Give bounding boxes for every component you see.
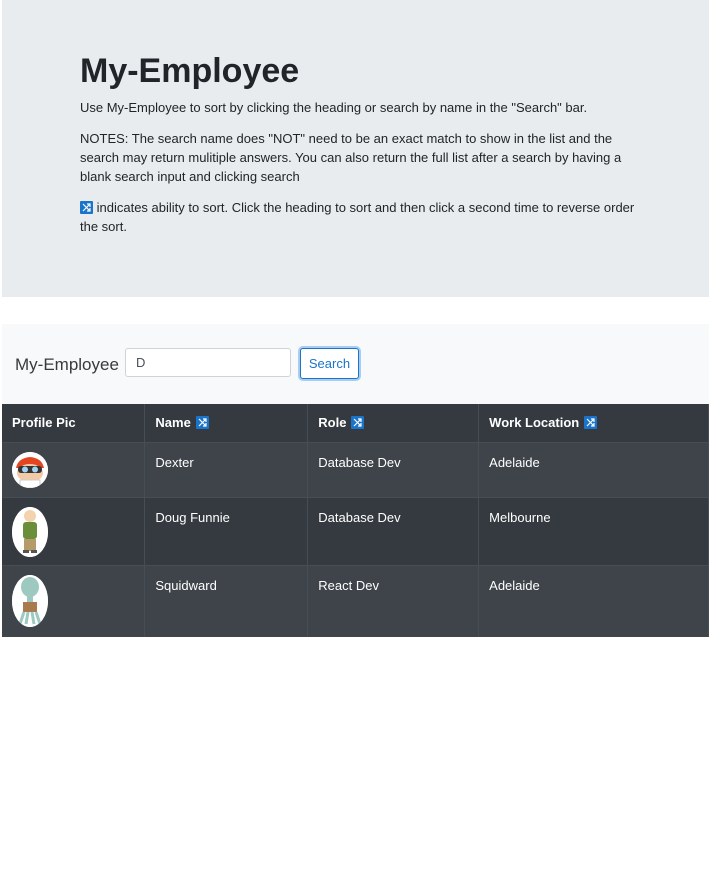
employee-role: Database Dev xyxy=(307,496,480,565)
search-input[interactable] xyxy=(125,348,291,377)
page-title: My-Employee xyxy=(80,52,300,90)
employee-role: Database Dev xyxy=(307,441,480,497)
table-row: Squidward React Dev Adelaide xyxy=(2,564,709,637)
column-profile-pic: Profile Pic xyxy=(2,404,146,442)
column-role[interactable]: Role xyxy=(307,404,480,442)
employee-name: Squidward xyxy=(144,564,309,637)
profile-pic-cell xyxy=(2,564,146,637)
dexter-avatar xyxy=(12,451,48,488)
column-name[interactable]: Name xyxy=(144,404,309,442)
employee-table: Profile Pic Name Role Work Location Dext… xyxy=(2,404,709,637)
table-row: Doug Funnie Database Dev Melbourne xyxy=(2,496,709,565)
notes-text: NOTES: The search name does "NOT" need t… xyxy=(80,131,622,184)
employee-name: Doug Funnie xyxy=(144,496,309,565)
sort-location-icon[interactable] xyxy=(584,416,598,430)
sort-role-icon[interactable] xyxy=(351,416,365,430)
table-row: Dexter Database Dev Adelaide xyxy=(2,441,709,497)
intro-text: Use My-Employee to sort by clicking the … xyxy=(80,100,588,115)
employee-name: Dexter xyxy=(144,441,309,497)
employee-location: Melbourne xyxy=(478,496,709,565)
profile-pic-cell xyxy=(2,496,146,565)
column-work-location[interactable]: Work Location xyxy=(478,404,709,442)
employee-location: Adelaide xyxy=(478,564,709,637)
squidward-avatar xyxy=(12,574,48,627)
employee-role: React Dev xyxy=(307,564,480,637)
sort-hint: indicates ability to sort. Click the hea… xyxy=(80,198,640,236)
navbar-brand[interactable]: My-Employee xyxy=(15,355,119,375)
sort-hint-text: indicates ability to sort. Click the hea… xyxy=(80,200,635,234)
employee-location: Adelaide xyxy=(478,441,709,497)
search-navbar: My-Employee Search xyxy=(2,324,709,404)
profile-pic-cell xyxy=(2,441,146,497)
doug-avatar xyxy=(12,506,48,557)
sort-name-icon[interactable] xyxy=(195,416,209,430)
shuffle-icon xyxy=(80,201,93,214)
jumbotron: My-Employee Use My-Employee to sort by c… xyxy=(2,0,709,297)
search-button[interactable]: Search xyxy=(300,348,359,379)
